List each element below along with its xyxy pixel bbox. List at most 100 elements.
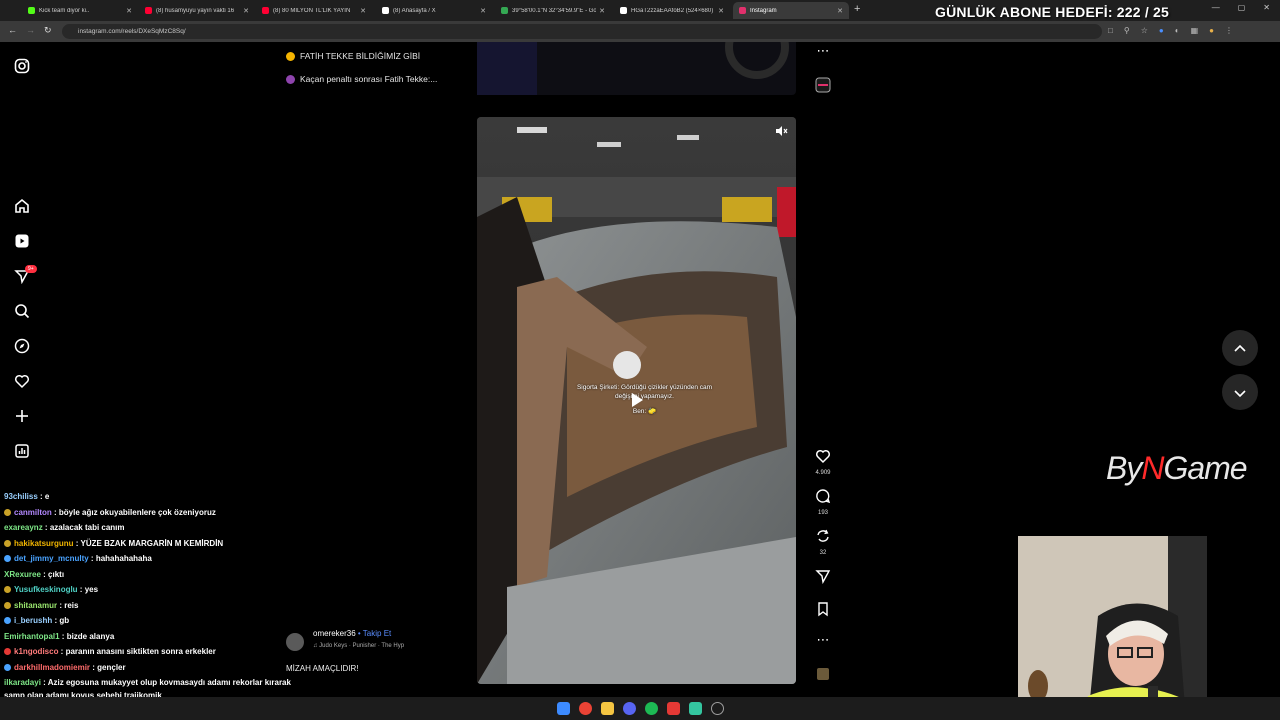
browser-tab[interactable]: (8) 80 MİLYON TL'LİK YAYIN ✕ — [256, 2, 372, 19]
more-options-icon[interactable]: ⋯ — [812, 633, 834, 647]
dashboard-icon[interactable] — [14, 443, 30, 459]
chat-username: Emirhantopal1 — [4, 632, 60, 641]
chat-text: gençler — [97, 663, 126, 672]
author-line: omereker36 • Takip Et — [313, 629, 391, 638]
forward-icon[interactable]: → — [26, 25, 35, 35]
explore-icon[interactable] — [14, 338, 30, 354]
chat-message: det_jimmy_mcnulty : hahahahahaha — [4, 554, 152, 563]
comment-icon — [816, 489, 831, 504]
browser-tab[interactable]: (8) husamyuyu yayın vakti 16 ✕ — [139, 2, 255, 19]
minimize-button[interactable]: — — [1212, 3, 1220, 12]
notification-text: Kaçan penaltı sonrası Fatih Tekke:... — [300, 74, 438, 84]
like-button[interactable]: 4.909 — [812, 448, 834, 476]
audio-track[interactable]: ♫ Judo Keys · Punisher · The Hyp — [313, 643, 404, 649]
heart-icon[interactable] — [14, 373, 30, 389]
tab-title: Instagram — [750, 7, 777, 14]
author-avatar[interactable] — [286, 633, 304, 651]
chat-text: böyle ağız okuyabilenlere çok özeniyoruz — [58, 508, 216, 517]
file-explorer-icon[interactable] — [601, 702, 614, 715]
close-tab-icon[interactable]: ✕ — [480, 7, 486, 15]
chat-badge-icon — [4, 602, 11, 609]
create-icon[interactable] — [14, 408, 30, 424]
brand-watermark: ByNGame — [1106, 450, 1248, 487]
bookmark-star-icon[interactable]: ☆ — [1141, 26, 1148, 35]
caption-line: Sigorta Şirketi: Gördüğü çizikler yüzünd… — [576, 384, 713, 391]
chrome-icon[interactable] — [579, 702, 592, 715]
chat-message: ilkaradayi : Aziz egosuna mukayyet olup … — [4, 678, 291, 687]
cast-icon[interactable]: □ — [1108, 26, 1113, 35]
maximize-button[interactable]: ▢ — [1238, 3, 1246, 12]
notification-badge: 9+ — [25, 265, 37, 273]
chat-text: bizde alanya — [66, 632, 115, 641]
new-tab-button[interactable]: + — [854, 3, 860, 15]
search-app-icon[interactable] — [711, 702, 724, 715]
close-tab-icon[interactable]: ✕ — [126, 7, 132, 15]
author-username[interactable]: omereker36 — [313, 629, 356, 638]
spotify-icon[interactable] — [645, 702, 658, 715]
chevron-down-icon — [1234, 390, 1246, 398]
next-reel-button[interactable] — [1222, 374, 1258, 410]
close-tab-icon[interactable]: ✕ — [360, 7, 366, 15]
windows-start-icon[interactable] — [557, 702, 570, 715]
chat-text: yes — [84, 585, 99, 594]
reload-icon[interactable]: ↻ — [44, 25, 52, 36]
extensions-puzzle-icon[interactable]: ▦ — [1191, 26, 1199, 35]
browser-tab[interactable]: HGaT2zzaEAAfoB2 (524×680) ✕ — [614, 2, 730, 19]
xsplit-icon[interactable] — [667, 702, 680, 715]
separator: • — [355, 629, 363, 638]
kick-icon — [28, 7, 35, 14]
chat-message: k1ngodisco : paranın anasını siktikten s… — [4, 647, 216, 656]
chat-message: XRexuree : çıktı — [4, 570, 65, 579]
close-tab-icon[interactable]: ✕ — [599, 7, 605, 15]
reels-icon[interactable] — [14, 233, 30, 249]
close-tab-icon[interactable]: ✕ — [243, 7, 249, 15]
brand-prefix: By — [1106, 450, 1142, 486]
back-icon[interactable]: ← — [8, 25, 17, 35]
brand-suffix: Game — [1163, 450, 1247, 486]
profile-icon[interactable]: ● — [1209, 26, 1214, 35]
chat-message: 93chiliss : e — [4, 492, 50, 501]
app-icon[interactable] — [689, 702, 702, 715]
extension-icon[interactable]: ● — [1159, 26, 1164, 35]
repost-button[interactable]: 32 — [812, 528, 834, 556]
close-tab-icon[interactable]: ✕ — [837, 7, 843, 15]
search-icon[interactable] — [14, 303, 30, 319]
notification-item[interactable]: FATİH TEKKE BİLDİĞİMİZ GİBİ — [286, 51, 437, 61]
chat-message: exareaynz : azalacak tabi canım — [4, 523, 125, 532]
instagram-logo-icon[interactable] — [14, 58, 30, 74]
follow-button[interactable]: Takip Et — [363, 629, 391, 638]
chat-badge-icon — [4, 509, 11, 516]
browser-tab[interactable]: 39°58'00.1"N 32°34'59.9"E - Go ✕ — [495, 2, 611, 19]
browser-tab-active[interactable]: Instagram ✕ — [733, 2, 849, 19]
chat-text: hahahahahaha — [95, 554, 152, 563]
audio-thumb-icon[interactable] — [812, 666, 834, 687]
tab-title: (8) husamyuyu yayın vakti 16 — [156, 7, 235, 14]
extension-icons: □ ⚲ ☆ ● ◐ ▦ ● ⋮ — [1108, 26, 1233, 35]
notification-item[interactable]: Kaçan penaltı sonrası Fatih Tekke:... — [286, 74, 437, 84]
more-options-icon[interactable]: ⋯ — [812, 44, 834, 58]
close-window-button[interactable]: ✕ — [1263, 3, 1270, 12]
mute-icon[interactable] — [774, 124, 788, 138]
discord-icon[interactable] — [623, 702, 636, 715]
share-icon — [815, 570, 831, 585]
comment-button[interactable]: 193 — [812, 488, 834, 516]
chat-message: Emirhantopal1 : bizde alanya — [4, 632, 115, 641]
menu-icon[interactable]: ⋮ — [1225, 26, 1233, 35]
audio-thumb-icon[interactable] — [812, 77, 834, 98]
close-tab-icon[interactable]: ✕ — [718, 7, 724, 15]
zoom-icon[interactable]: ⚲ — [1124, 26, 1130, 35]
instagram-sidebar: 9+ — [0, 42, 46, 492]
url-field[interactable]: instagram.com/reels/DXeSqMzC8Sq/ — [62, 24, 1102, 39]
home-icon[interactable] — [14, 198, 30, 214]
share-button[interactable] — [812, 568, 834, 589]
previous-reel[interactable] — [477, 15, 796, 95]
chat-username: det_jimmy_mcnulty — [14, 554, 89, 563]
previous-reel-button[interactable] — [1222, 330, 1258, 366]
reel-video[interactable]: Sigorta Şirketi: Gördüğü çizikler yüzünd… — [477, 117, 796, 684]
save-button[interactable] — [812, 601, 834, 622]
browser-tab[interactable]: (8) Anasayfa / X ✕ — [376, 2, 492, 19]
chat-username: hakikatsurgunu — [14, 539, 74, 548]
chat-username: exareaynz — [4, 523, 43, 532]
extension-icon[interactable]: ◐ — [1175, 26, 1180, 35]
browser-tab[interactable]: Kick team diyor ki.. ✕ — [22, 2, 138, 19]
